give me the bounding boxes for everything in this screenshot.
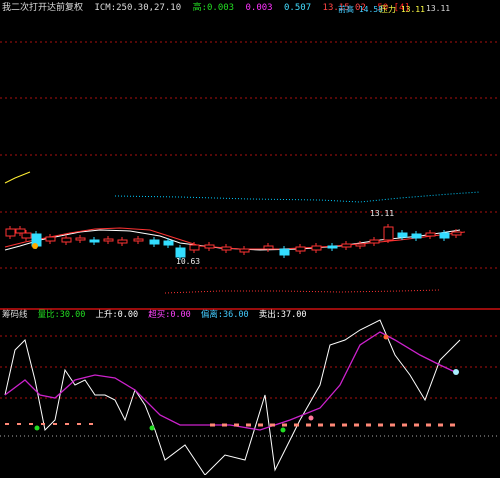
candle-body [133,238,144,242]
candle-body [15,228,26,234]
candle-body [61,237,72,243]
candle-body [175,247,186,258]
candle-body [383,226,394,241]
indicator-value: 上升:0.00 [95,310,139,320]
indicator-title: 筹码线 [2,310,28,320]
candle-body [163,240,174,246]
candle-body [341,243,352,248]
signal-dot [383,334,389,340]
candle-body [327,245,338,249]
low-price-label: 10.63 [176,257,201,266]
candle-body [397,232,408,238]
resistance-value: 13.11 [426,4,451,13]
candle-body [263,245,274,250]
candle-body [149,239,160,245]
lower-header: 筹码线 量比:30.00 上升:0.00 超买:0.00 偏离:36.00 卖出… [2,309,311,321]
resistance-label: 压力 13.11 [380,5,425,14]
header-value: 0.003 [245,3,273,13]
ma-line-dotted-red [164,289,441,294]
candle-body [21,232,32,239]
candle-body [355,243,366,247]
buy-signal-marker [32,243,38,249]
candle-body [204,244,215,249]
indicator-value: 量比:30.00 [37,310,86,320]
header-value: 高:0.003 [192,3,235,13]
candle-body [425,232,436,237]
kline-chart[interactable] [0,0,500,476]
candle-body [369,239,380,244]
candle-body [75,237,86,241]
candle-body [189,244,200,251]
candle-body [239,248,250,253]
prev-high-label: 前高 14.58 [338,5,383,14]
candle-body [221,246,232,251]
candle-body [45,236,56,242]
candle-body [411,233,422,239]
header-value: ICM:250.30,27.10 [94,3,182,13]
ma-line-dotted [114,191,481,203]
ma-line-yellow [4,171,31,184]
signal-dot [453,369,459,375]
signal-dot [308,415,314,421]
candle-body [103,238,114,242]
candle-body [89,239,100,243]
signal-dot [280,427,286,433]
indicator-value: 超买:0.00 [148,310,191,320]
signal-dot [34,425,40,431]
candle-body [295,246,306,252]
indicator-value: 卖出:37.00 [258,310,307,320]
chart-title: 我二次打开达前复权 [2,3,84,13]
peak-price-label: 13.11 [370,209,395,218]
indicator-value: 偏离:36.00 [200,310,249,320]
candle-body [311,245,322,251]
candle-body [117,239,128,244]
header-value: 0.507 [284,3,312,13]
stock-chart-window[interactable]: 我二次打开达前复权 ICM:250.30,27.10 高:0.003 0.003… [0,0,500,476]
candle-body [439,232,450,239]
candle-body [279,248,290,256]
candle-body [451,231,462,236]
signal-dot [149,425,155,431]
candle-body [5,228,16,237]
